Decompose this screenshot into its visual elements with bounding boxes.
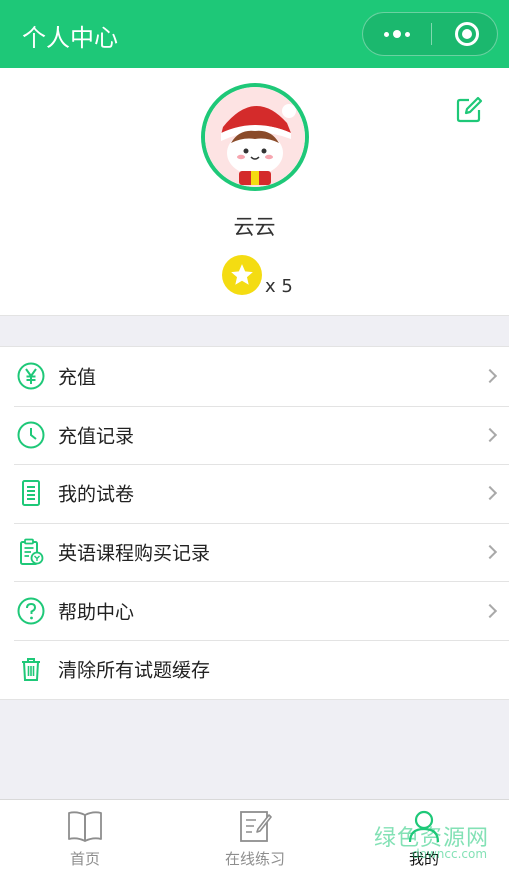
menu-label: 清除所有试题缓存 (58, 659, 211, 682)
tab-home[interactable]: 首页 (0, 800, 170, 871)
chevron-right-icon (482, 603, 498, 618)
star-count: x 5 (265, 276, 293, 297)
menu-label: 充值记录 (58, 425, 135, 448)
document-icon (22, 480, 40, 507)
menu-label: 充值 (58, 366, 97, 389)
book-icon (68, 811, 102, 842)
menu-item-course-purchase-records[interactable]: 英语课程购买记录 (0, 522, 509, 582)
menu-label: 我的试卷 (58, 483, 135, 506)
tab-label: 首页 (69, 850, 100, 868)
clipboard-icon (20, 538, 44, 566)
trash-icon (22, 658, 40, 682)
menu-item-recharge[interactable]: 充值 (0, 347, 509, 406)
page-title: 个人中心 (22, 24, 118, 52)
menu-item-recharge-records[interactable]: 充值记录 (0, 405, 509, 465)
profile-card: 云云 x 5 (0, 68, 509, 316)
more-menu-button[interactable] (363, 13, 431, 55)
avatar[interactable] (201, 83, 309, 191)
yen-icon (17, 362, 45, 390)
more-dot-icon (393, 30, 401, 38)
user-nickname: 云云 (233, 215, 276, 239)
exercise-icon (240, 811, 272, 842)
clock-icon (17, 421, 45, 449)
close-mini-program-button[interactable] (455, 22, 479, 46)
menu-label: 英语课程购买记录 (58, 542, 211, 565)
tab-label: 在线练习 (224, 850, 285, 868)
menu-item-my-papers[interactable]: 我的试卷 (0, 464, 509, 523)
chevron-right-icon (482, 427, 498, 442)
chevron-right-icon (482, 545, 498, 560)
menu-list: 充值 充值记录 我的试卷 英语课程购买记录 帮助中心 清除所有试题缓存 (0, 346, 509, 700)
star-icon (231, 264, 253, 285)
help-icon (17, 597, 45, 625)
mini-program-capsule (362, 12, 498, 56)
avatar-image (205, 87, 305, 187)
capsule-divider (431, 23, 432, 45)
chevron-right-icon (482, 369, 498, 384)
menu-label: 帮助中心 (58, 601, 135, 624)
chevron-right-icon (482, 486, 498, 501)
watermark-url: downcc.com (412, 847, 488, 861)
watermark: 绿色资源网 downcc.com (374, 820, 504, 866)
more-dot-icon (405, 31, 410, 37)
menu-item-clear-cache[interactable]: 清除所有试题缓存 (0, 639, 509, 699)
more-dot-icon (384, 31, 389, 37)
edit-profile-icon[interactable] (455, 96, 483, 124)
menu-item-help-center[interactable]: 帮助中心 (0, 581, 509, 640)
tab-online-practice[interactable]: 在线练习 (170, 800, 340, 871)
top-nav-bar: 个人中心 (0, 0, 509, 68)
star-badge (222, 255, 262, 295)
